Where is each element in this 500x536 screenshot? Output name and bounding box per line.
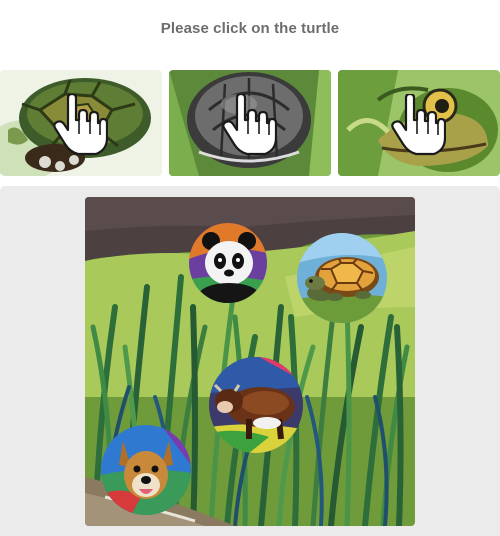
scene-token-turtle[interactable] — [297, 233, 387, 323]
captcha-prompt: Please click on the turtle — [160, 20, 340, 37]
challenge-stage — [0, 186, 500, 536]
pointer-hand-icon — [391, 94, 446, 156]
pointer-hand-icon — [222, 94, 277, 156]
example-image-turtle-shell-grey — [169, 70, 331, 176]
captcha-widget: Please click on the turtle — [0, 0, 500, 536]
scene-token-panda[interactable] — [189, 223, 267, 303]
scene-token-dog[interactable] — [101, 425, 191, 515]
example-image-turtle-shell-green — [0, 70, 162, 176]
pointer-hand-icon — [53, 94, 108, 156]
challenge-scene — [85, 197, 415, 526]
scene-token-cow[interactable] — [209, 357, 303, 453]
example-images-row — [0, 70, 500, 176]
example-image-turtle-head-green — [338, 70, 500, 176]
